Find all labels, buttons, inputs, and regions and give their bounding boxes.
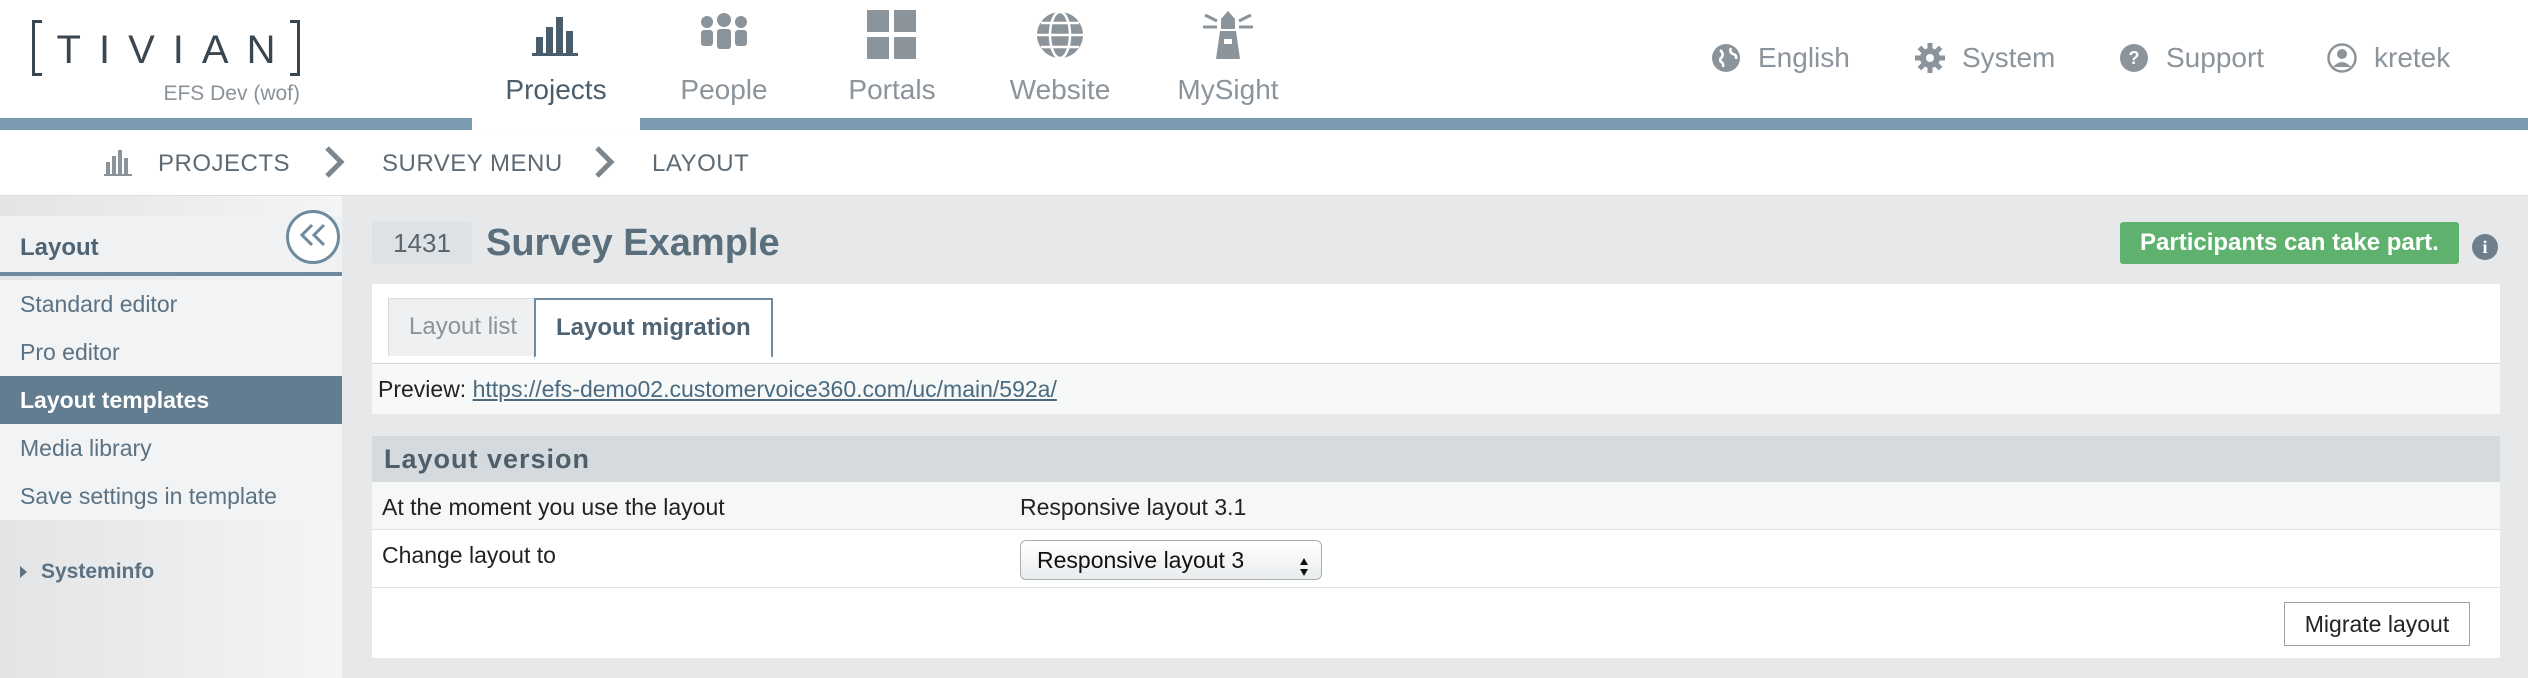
logo-text: TIVIAN <box>56 28 294 72</box>
system-label: System <box>1962 42 2056 73</box>
tab-layout-list[interactable]: Layout list <box>388 298 539 356</box>
status-badge: Participants can take part. <box>2120 222 2459 264</box>
info-icon[interactable]: i <box>2472 234 2498 260</box>
double-chevron-left-icon <box>298 223 328 252</box>
user-icon <box>2326 42 2358 74</box>
top-header: TIVIAN EFS Dev (wof) Projects People Por… <box>0 0 2528 130</box>
chevron-right-icon <box>322 144 346 180</box>
select-arrows-icon <box>1299 550 1309 576</box>
breadcrumb: PROJECTS SURVEY MENU LAYOUT <box>0 130 2528 196</box>
tab-bar: Layout list Layout migration <box>372 284 2500 364</box>
sidebar: Layout Standard editor Pro editor Layout… <box>0 196 342 678</box>
nav-people-label: People <box>680 74 768 105</box>
globe-icon <box>1030 8 1090 62</box>
migrate-layout-button[interactable]: Migrate layout <box>2284 602 2470 646</box>
tab-layout-migration[interactable]: Layout migration <box>534 298 773 358</box>
nav-portals-label: Portals <box>848 74 936 105</box>
layout-panel: Layout list Layout migration Preview: ht… <box>372 284 2500 658</box>
language-selector[interactable]: English <box>1710 38 1850 78</box>
sidebar-title: Layout <box>20 234 99 261</box>
nav-mysight-label: MySight <box>1177 74 1279 105</box>
nav-mysight[interactable]: MySight <box>1144 0 1312 130</box>
lighthouse-icon <box>1198 8 1258 62</box>
section-title: Layout version <box>372 436 2500 482</box>
environment-label: EFS Dev (wof) <box>163 82 300 105</box>
current-layout-row: At the moment you use the layout Respons… <box>372 482 2500 530</box>
preview-label: Preview: <box>378 376 467 402</box>
sidebar-menu: Standard editor Pro editor Layout templa… <box>0 280 342 520</box>
nav-website-label: Website <box>1009 74 1111 105</box>
people-icon <box>694 8 754 62</box>
systeminfo-label: Systeminfo <box>41 560 155 583</box>
change-layout-row: Change layout to Responsive layout 3 <box>372 530 2500 588</box>
support-menu[interactable]: ? Support <box>2118 38 2264 78</box>
nav-people[interactable]: People <box>640 0 808 130</box>
nav-projects-label: Projects <box>505 74 607 105</box>
sidebar-item-pro-editor[interactable]: Pro editor <box>0 328 342 376</box>
section-spacer <box>372 414 2500 436</box>
layout-select-value: Responsive layout 3 <box>1037 547 1245 573</box>
triangle-right-icon <box>20 566 27 578</box>
globe-small-icon <box>1710 42 1742 74</box>
actions-row: Migrate layout <box>372 588 2500 658</box>
breadcrumb-layout: LAYOUT <box>652 150 750 177</box>
nav-portals[interactable]: Portals <box>808 0 976 130</box>
svg-text:?: ? <box>2129 48 2140 68</box>
survey-title: Survey Example <box>486 222 780 264</box>
header-accent-bar <box>0 118 2528 130</box>
collapse-sidebar-button[interactable] <box>286 210 340 264</box>
user-menu[interactable]: kretek <box>2326 38 2450 78</box>
sidebar-item-save-settings[interactable]: Save settings in template <box>0 472 342 520</box>
current-layout-value: Responsive layout 3.1 <box>1020 494 1247 520</box>
systeminfo-toggle[interactable]: Systeminfo <box>20 560 154 584</box>
support-label: Support <box>2166 42 2265 73</box>
username-label: kretek <box>2374 42 2451 73</box>
current-layout-label: At the moment you use the layout <box>382 494 725 520</box>
sidebar-item-standard-editor[interactable]: Standard editor <box>0 280 342 328</box>
change-layout-label: Change layout to <box>382 542 556 568</box>
chevron-right-icon <box>592 144 616 180</box>
layout-select[interactable]: Responsive layout 3 <box>1020 540 1322 580</box>
help-icon: ? <box>2118 42 2150 74</box>
sidebar-item-layout-templates[interactable]: Layout templates <box>0 376 342 424</box>
nav-website[interactable]: Website <box>976 0 1144 130</box>
preview-link[interactable]: https://efs-demo02.customervoice360.com/… <box>473 376 1057 402</box>
grid-icon <box>862 8 922 62</box>
active-tab-notch <box>472 118 640 130</box>
nav-projects[interactable]: Projects <box>472 0 640 130</box>
bar-chart-icon <box>104 148 134 181</box>
preview-row: Preview: https://efs-demo02.customervoic… <box>372 364 2500 414</box>
language-label: English <box>1758 42 1850 73</box>
main-content: 1431 Survey Example Participants can tak… <box>342 196 2528 678</box>
sidebar-item-media-library[interactable]: Media library <box>0 424 342 472</box>
tivian-logo[interactable]: TIVIAN <box>32 20 300 76</box>
logo-bracket-right <box>290 20 300 76</box>
breadcrumb-survey-menu[interactable]: SURVEY MENU <box>382 150 563 178</box>
breadcrumb-projects[interactable]: PROJECTS <box>158 150 290 178</box>
system-menu[interactable]: System <box>1914 38 2055 78</box>
survey-id-badge: 1431 <box>372 222 472 264</box>
bar-chart-icon <box>526 8 586 62</box>
gear-icon <box>1914 42 1946 74</box>
